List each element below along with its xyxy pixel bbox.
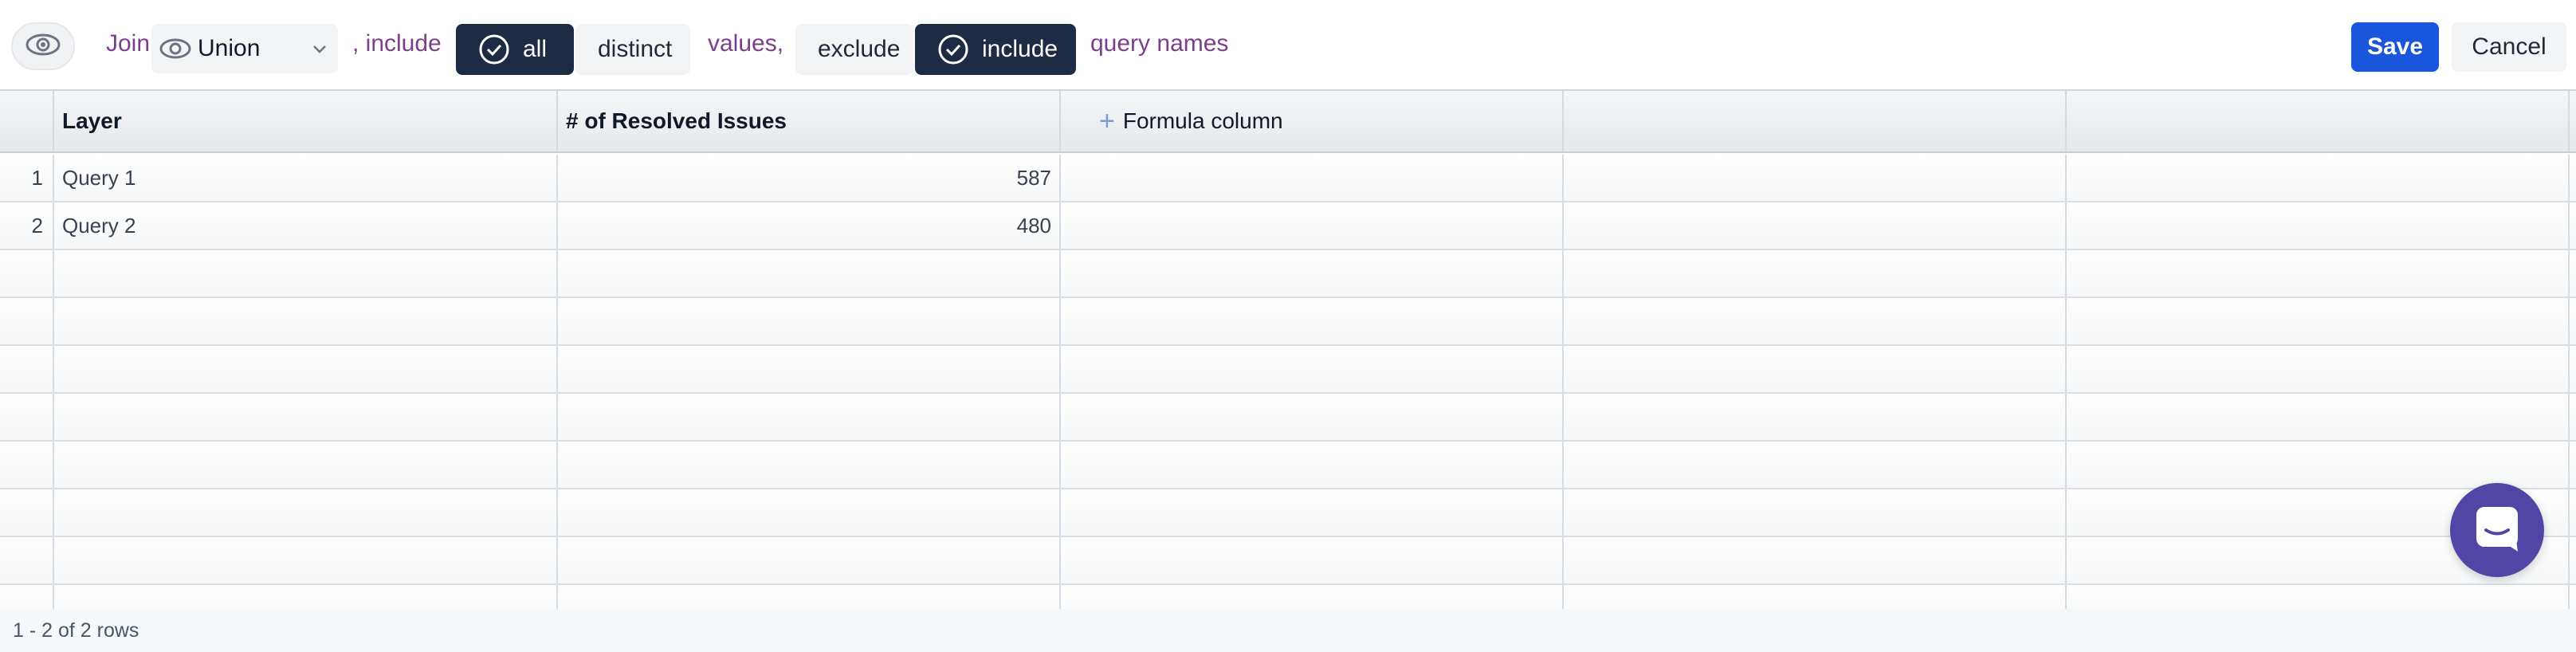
table-row[interactable]: 2 Query 2 480 (0, 202, 2576, 250)
cell-empty[interactable] (1061, 202, 1564, 249)
union-icon (156, 33, 194, 65)
add-formula-column-button[interactable]: + Formula column (1061, 91, 1564, 151)
data-grid: Layer # of Resolved Issues + Formula col… (0, 89, 2576, 609)
row-count-text: 1 - 2 of 2 rows (13, 619, 139, 642)
toolbar: Join Union , include all distinct values… (0, 0, 2576, 89)
chevron-down-icon (311, 40, 328, 61)
cell-resolved-issues[interactable]: 480 (558, 202, 1061, 249)
check-circle-icon (478, 33, 510, 65)
cell-layer[interactable]: Query 2 (54, 202, 558, 249)
cell-empty[interactable] (1564, 155, 2067, 201)
exclude-label: exclude (818, 36, 901, 62)
empty-row (0, 442, 2576, 489)
cell-empty[interactable] (2067, 155, 2570, 201)
cell-layer[interactable]: Query 1 (54, 155, 558, 201)
exclude-query-names-toggle[interactable]: exclude (795, 24, 913, 75)
table-row[interactable]: 1 Query 1 587 (0, 155, 2576, 202)
row-number: 1 (0, 155, 54, 201)
header-row: Layer # of Resolved Issues + Formula col… (0, 91, 2576, 153)
column-header-empty (2067, 91, 2570, 151)
empty-row (0, 394, 2576, 442)
cell-empty[interactable] (1564, 202, 2067, 249)
visibility-toggle-button[interactable] (11, 22, 75, 70)
query-names-label: query names (1090, 30, 1229, 57)
plus-icon: + (1099, 105, 1115, 136)
include-label: , include (352, 30, 442, 57)
column-header-layer[interactable]: Layer (54, 91, 558, 151)
empty-row (0, 346, 2576, 394)
row-number: 2 (0, 202, 54, 249)
check-circle-icon (937, 33, 969, 65)
all-values-toggle[interactable]: all (456, 24, 574, 75)
cell-resolved-issues[interactable]: 587 (558, 155, 1061, 201)
row-count-footer: 1 - 2 of 2 rows (0, 609, 2576, 652)
cancel-button[interactable]: Cancel (2452, 22, 2566, 72)
include-label: include (982, 36, 1058, 62)
save-button[interactable]: Save (2351, 22, 2439, 72)
distinct-label: distinct (598, 36, 673, 62)
join-type-select[interactable]: Union (151, 24, 338, 73)
formula-column-label: Formula column (1122, 108, 1283, 133)
eye-icon (26, 33, 61, 61)
empty-row (0, 585, 2576, 609)
empty-row (0, 250, 2576, 298)
join-label: Join (106, 30, 151, 57)
chat-launcher-button[interactable] (2450, 483, 2544, 577)
empty-row (0, 489, 2576, 537)
column-header-resolved-issues[interactable]: # of Resolved Issues (558, 91, 1061, 151)
all-label: all (523, 36, 548, 62)
cell-empty[interactable] (1061, 155, 1564, 201)
column-header-empty (1564, 91, 2067, 151)
values-label: values, (708, 30, 784, 57)
empty-row (0, 537, 2576, 585)
chat-icon (2473, 504, 2521, 557)
empty-row (0, 298, 2576, 346)
cell-empty[interactable] (2067, 202, 2570, 249)
distinct-values-toggle[interactable]: distinct (575, 24, 690, 75)
row-number-header (0, 91, 54, 151)
include-query-names-toggle[interactable]: include (915, 24, 1076, 75)
join-type-value: Union (198, 35, 261, 61)
